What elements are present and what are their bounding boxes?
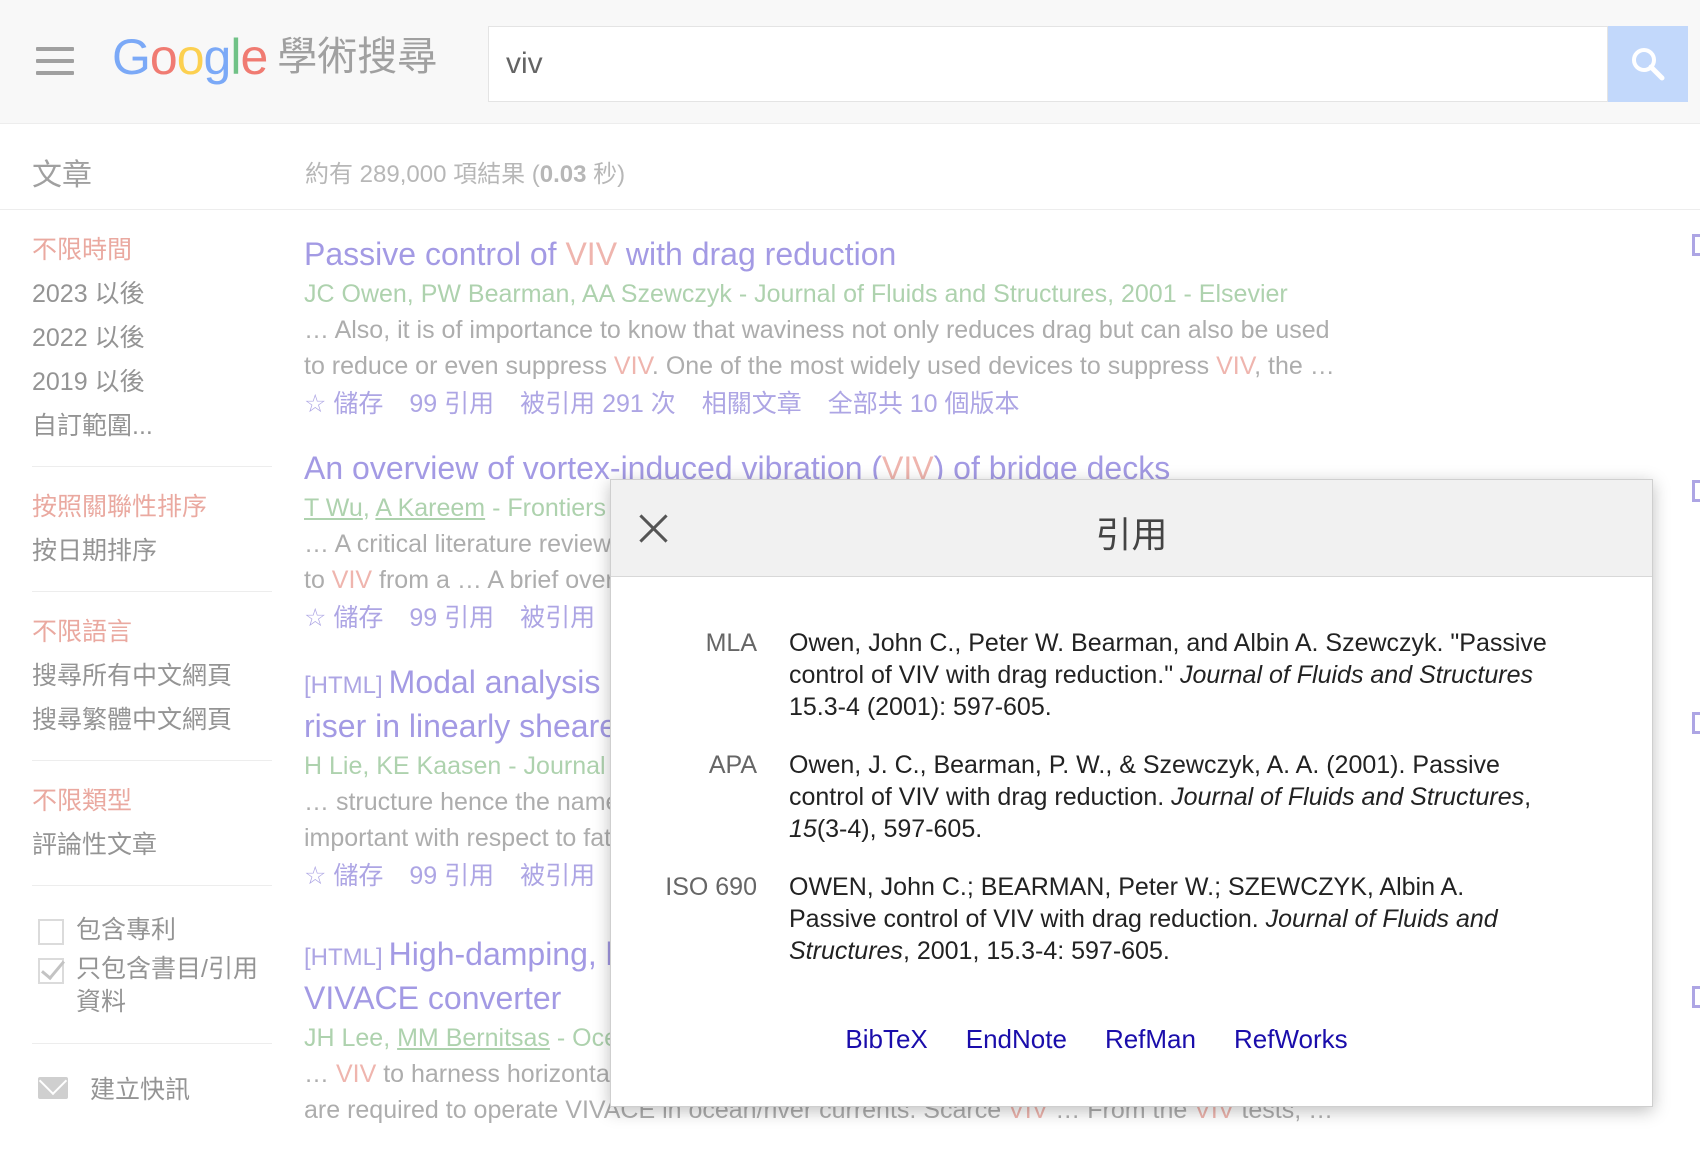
citation-part: , 2001, 15.3-4: 597-605. (902, 937, 1170, 965)
export-refworks-link[interactable]: RefWorks (1234, 1024, 1348, 1055)
citation-text[interactable]: Owen, J. C., Bearman, P. W., & Szewczyk,… (789, 749, 1549, 845)
citation-part: (3-4), 597-605. (816, 815, 983, 843)
citation-journal: Journal of Fluids and Structures (1180, 661, 1533, 689)
citation-formats: MLA Owen, John C., Peter W. Bearman, and… (611, 627, 1654, 993)
citation-style-label: ISO 690 (665, 873, 757, 901)
export-refman-link[interactable]: RefMan (1105, 1024, 1196, 1055)
citation-journal: Journal of Fluids and Structures (1171, 783, 1525, 811)
citation-row-apa: APA Owen, J. C., Bearman, P. W., & Szewc… (611, 749, 1654, 845)
citation-part: , (1524, 783, 1532, 811)
citation-text[interactable]: Owen, John C., Peter W. Bearman, and Alb… (789, 627, 1549, 723)
dialog-title: 引用 (1095, 514, 1168, 555)
citation-row-mla: MLA Owen, John C., Peter W. Bearman, and… (611, 627, 1654, 723)
citation-text[interactable]: OWEN, John C.; BEARMAN, Peter W.; SZEWCZ… (789, 871, 1549, 967)
export-bibtex-link[interactable]: BibTeX (845, 1024, 927, 1055)
citation-row-iso690: ISO 690 OWEN, John C.; BEARMAN, Peter W.… (611, 871, 1654, 967)
cite-dialog: 引用 MLA Owen, John C., Peter W. Bearman, … (610, 479, 1653, 1107)
citation-style-label: APA (708, 751, 757, 779)
export-links: BibTeX EndNote RefMan RefWorks (611, 1024, 1654, 1055)
citation-style-label: MLA (705, 629, 757, 657)
dialog-header: 引用 (611, 480, 1652, 577)
citation-part: 15.3-4 (2001): 597-605. (789, 693, 1052, 721)
export-endnote-link[interactable]: EndNote (966, 1024, 1067, 1055)
citation-volume: 15 (789, 815, 817, 843)
